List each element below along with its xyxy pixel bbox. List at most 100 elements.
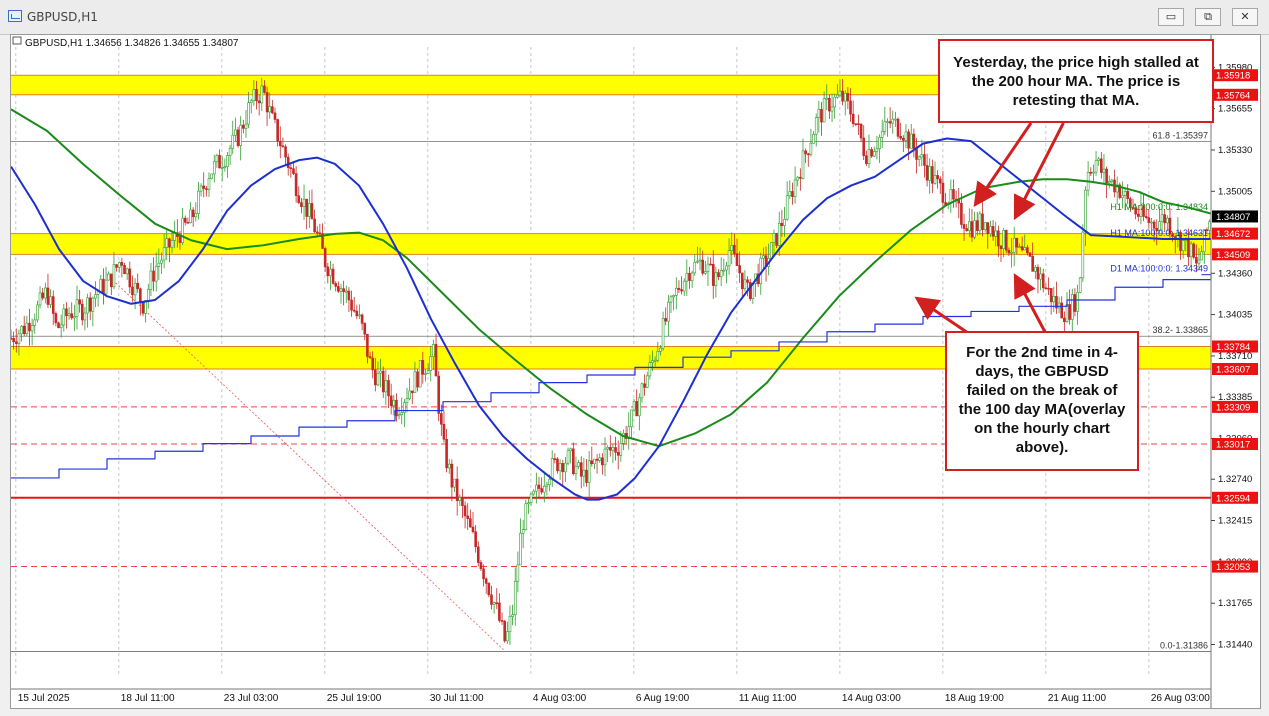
candle-body bbox=[199, 185, 203, 192]
candle-body bbox=[294, 173, 298, 197]
level-label: H1 MA:200:0:0: 1.34834 bbox=[1110, 202, 1208, 212]
candle-body bbox=[801, 150, 805, 179]
price-tick-label: 1.31765 bbox=[1218, 598, 1252, 609]
candle-body bbox=[960, 202, 963, 225]
candle-body bbox=[405, 398, 409, 404]
x-tick-label: 15 Jul 2025 bbox=[18, 693, 70, 704]
candle-body bbox=[14, 341, 18, 344]
candle-body bbox=[197, 190, 200, 214]
candle-body bbox=[696, 260, 699, 263]
candle-body bbox=[587, 460, 591, 483]
candle-body bbox=[809, 142, 813, 155]
candle-body bbox=[242, 124, 245, 129]
candle-body bbox=[168, 238, 171, 248]
candle-body bbox=[915, 148, 918, 160]
candle-body bbox=[532, 490, 536, 495]
candle-body bbox=[170, 240, 174, 248]
candle-body bbox=[733, 245, 736, 254]
annotation-arrow bbox=[914, 296, 972, 337]
candle-body bbox=[645, 375, 649, 388]
candle-body bbox=[1065, 304, 1069, 323]
candle-body bbox=[492, 602, 496, 605]
candle-body bbox=[120, 262, 124, 266]
candle-body bbox=[83, 312, 87, 321]
candle-body bbox=[152, 270, 155, 282]
candle-body bbox=[585, 469, 588, 483]
candle-body bbox=[545, 484, 549, 487]
candle-body bbox=[1026, 247, 1029, 254]
candle-body bbox=[902, 137, 905, 141]
candle-body bbox=[791, 191, 794, 198]
candle-body bbox=[973, 220, 976, 238]
candle-body bbox=[484, 578, 488, 584]
price-chart[interactable]: 61.8 -1.35397 H1 MA:200:0:0: 1.34834 H1 MA… bbox=[10, 34, 1261, 709]
candle-body bbox=[54, 313, 58, 324]
candle-body bbox=[308, 203, 311, 217]
candle-body bbox=[1076, 292, 1079, 312]
candle-body bbox=[806, 153, 810, 156]
candle-body bbox=[342, 288, 345, 293]
candle-body bbox=[561, 463, 565, 473]
candle-body bbox=[300, 202, 303, 207]
candle-body bbox=[793, 179, 797, 198]
candle-body bbox=[78, 299, 81, 305]
candle-body bbox=[331, 268, 335, 284]
annotation-arrow bbox=[1013, 122, 1065, 221]
candle-body bbox=[540, 488, 543, 493]
chart-menu-icon[interactable] bbox=[12, 36, 22, 45]
candle-body bbox=[408, 390, 411, 400]
candle-body bbox=[413, 371, 417, 394]
candle-body bbox=[371, 357, 374, 371]
candle-body bbox=[770, 242, 773, 259]
candle-body bbox=[1208, 221, 1211, 231]
candle-body bbox=[997, 230, 1000, 247]
price-tick-label: 1.32740 bbox=[1218, 474, 1252, 485]
candle-body bbox=[165, 238, 169, 248]
candle-body bbox=[1121, 195, 1124, 198]
candle-body bbox=[410, 390, 414, 394]
candle-body bbox=[11, 337, 13, 340]
x-tick-label: 4 Aug 03:00 bbox=[533, 693, 587, 704]
candle-body bbox=[1110, 179, 1114, 182]
candle-body bbox=[392, 399, 396, 406]
candle-body bbox=[833, 96, 836, 108]
candle-body bbox=[527, 502, 530, 505]
candle-body bbox=[360, 314, 364, 324]
restore-button[interactable]: ⧉ bbox=[1195, 8, 1221, 26]
candle-body bbox=[75, 299, 79, 317]
candle-body bbox=[62, 308, 66, 326]
candle-body bbox=[727, 250, 731, 267]
candle-body bbox=[762, 255, 765, 259]
minimize-button[interactable]: ▭ bbox=[1158, 8, 1184, 26]
candle-body bbox=[595, 458, 599, 461]
candle-body bbox=[859, 123, 863, 139]
candle-body bbox=[601, 457, 604, 466]
candle-body bbox=[511, 614, 514, 617]
candle-body bbox=[904, 131, 908, 141]
candle-body bbox=[725, 265, 728, 271]
candle-body bbox=[88, 297, 92, 312]
candle-body bbox=[25, 322, 29, 334]
candle-body bbox=[1200, 251, 1203, 261]
candle-body bbox=[548, 478, 551, 486]
candle-body bbox=[482, 568, 485, 580]
candle-body bbox=[326, 266, 330, 277]
candle-body bbox=[506, 631, 509, 642]
candle-body bbox=[344, 290, 348, 293]
price-label-text: 1.33607 bbox=[1216, 365, 1250, 376]
candle-body bbox=[149, 270, 153, 290]
close-button[interactable]: ✕ bbox=[1232, 8, 1258, 26]
price-tick-label: 1.35330 bbox=[1218, 145, 1252, 156]
candle-body bbox=[865, 155, 868, 165]
level-label: 61.8 -1.35397 bbox=[1152, 130, 1208, 140]
chart-info-text: GBPUSD,H1 1.34656 1.34826 1.34655 1.3480… bbox=[25, 38, 239, 49]
candle-body bbox=[896, 118, 900, 137]
candle-body bbox=[366, 333, 369, 357]
price-label-text: 1.35918 bbox=[1216, 71, 1250, 82]
candle-body bbox=[572, 448, 575, 475]
candle-body bbox=[339, 288, 343, 292]
level-label: H1 MA:100:0:0: 1.34631 bbox=[1110, 228, 1208, 238]
candle-body bbox=[1073, 294, 1077, 312]
candle-body bbox=[1020, 246, 1024, 251]
candle-body bbox=[1060, 302, 1064, 319]
